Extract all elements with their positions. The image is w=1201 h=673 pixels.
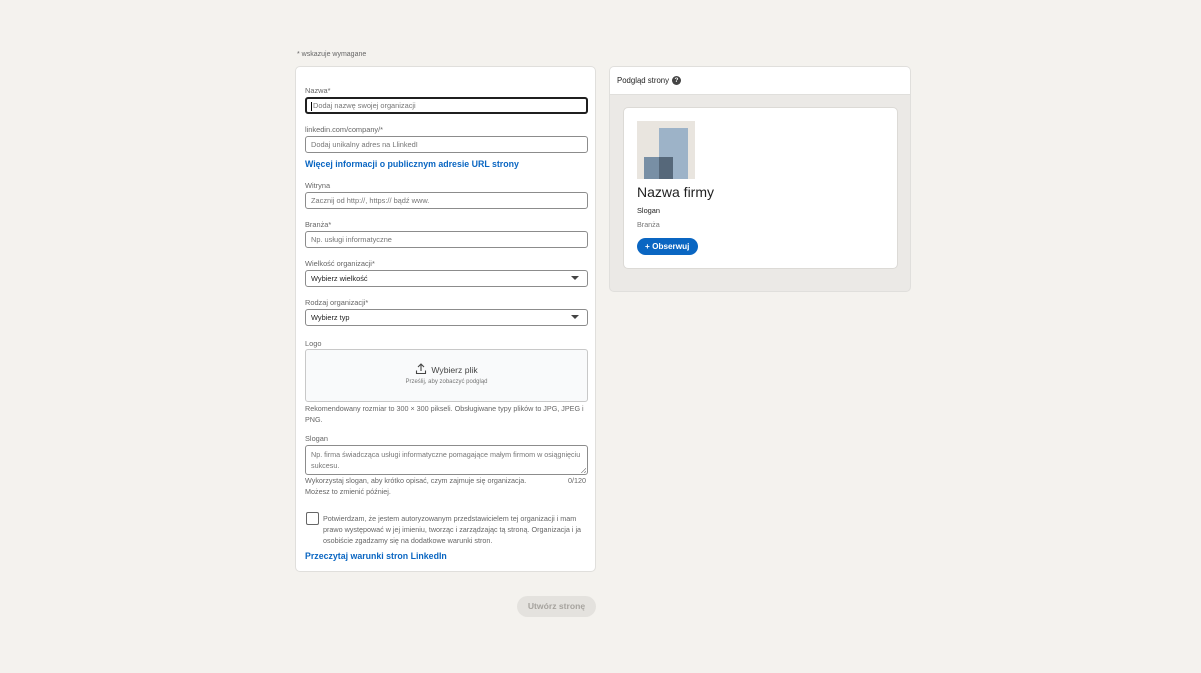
upload-hint: Prześlij, aby zobaczyć podgląd	[405, 379, 488, 385]
page-preview-panel: Podgląd strony ? Nazwa firmy Slogan Bran…	[609, 66, 911, 292]
industry-input[interactable]: Np. usługi informatyczne	[305, 231, 588, 248]
preview-industry: Branża	[637, 220, 660, 229]
logo-help-text: Rekomendowany rozmiar to 300 × 300 pikse…	[305, 404, 584, 424]
consent-checkbox[interactable]	[306, 512, 319, 525]
follow-button[interactable]: + Obserwuj	[637, 238, 699, 255]
plus-icon: +	[645, 242, 650, 251]
name-input[interactable]: Dodaj nazwę swojej organizacji	[305, 97, 588, 114]
chevron-down-icon	[571, 276, 579, 280]
resize-handle-icon[interactable]	[581, 468, 586, 473]
follow-label: Obserwuj	[652, 242, 690, 251]
url-info-link[interactable]: Więcej informacji o publicznym adresie U…	[305, 159, 519, 169]
website-label: Witryna	[305, 181, 331, 190]
size-label: Wielkość organizacji*	[305, 259, 375, 268]
size-select[interactable]: Wybierz wielkość	[305, 270, 588, 287]
type-label: Rodzaj organizacji*	[305, 298, 369, 307]
preview-title: Podgląd strony	[617, 75, 670, 85]
name-label: Nazwa*	[305, 86, 331, 95]
website-input[interactable]: Zacznij od http://, https:// bądź www.	[305, 192, 588, 209]
preview-tagline: Slogan	[637, 206, 661, 215]
size-selected: Wybierz wielkość	[311, 274, 368, 283]
url-placeholder: Dodaj unikalny adres na LlinkedI	[311, 140, 418, 149]
choose-file-button[interactable]: Wybierz plik	[306, 363, 587, 377]
tagline-counter: 0/120	[568, 476, 586, 485]
consent-text: Potwierdzam, że jestem autoryzowanym prz…	[323, 514, 582, 545]
preview-card: Nazwa firmy Slogan Branża + Obserwuj	[623, 107, 898, 269]
tagline-label: Slogan	[305, 434, 329, 443]
url-label: linkedin.com/company/*	[305, 125, 384, 134]
tagline-textarea[interactable]: Np. firma świadcząca usługi informatyczn…	[305, 445, 588, 475]
industry-placeholder: Np. usługi informatyczne	[311, 235, 392, 244]
tagline-help-text: Wykorzystaj slogan, aby krótko opisać, c…	[305, 476, 527, 496]
text-caret	[311, 101, 312, 111]
logo-label: Logo	[305, 339, 322, 348]
chevron-down-icon	[571, 315, 579, 319]
terms-link[interactable]: Przeczytaj warunki stron LinkedIn	[305, 551, 447, 561]
upload-icon	[415, 363, 427, 377]
help-icon[interactable]: ?	[672, 76, 682, 85]
tagline-placeholder: Np. firma świadcząca usługi informatyczn…	[311, 450, 581, 470]
type-selected: Wybierz typ	[311, 313, 350, 322]
required-note: * wskazuje wymagane	[297, 51, 367, 58]
company-logo-placeholder-icon	[637, 121, 695, 179]
logo-upload-area[interactable]: Wybierz plik Prześlij, aby zobaczyć podg…	[305, 349, 588, 402]
url-input[interactable]: Dodaj unikalny adres na LlinkedI	[305, 136, 588, 153]
create-page-form: Nazwa* Dodaj nazwę swojej organizacji li…	[295, 66, 596, 572]
choose-file-label: Wybierz plik	[431, 365, 478, 375]
website-placeholder: Zacznij od http://, https:// bądź www.	[311, 196, 430, 205]
create-page-button[interactable]: Utwórz stronę	[517, 596, 596, 617]
type-select[interactable]: Wybierz typ	[305, 309, 588, 326]
preview-header: Podgląd strony ?	[610, 67, 910, 95]
preview-company-name: Nazwa firmy	[637, 184, 715, 200]
industry-label: Branża*	[305, 220, 332, 229]
name-placeholder: Dodaj nazwę swojej organizacji	[313, 101, 416, 110]
